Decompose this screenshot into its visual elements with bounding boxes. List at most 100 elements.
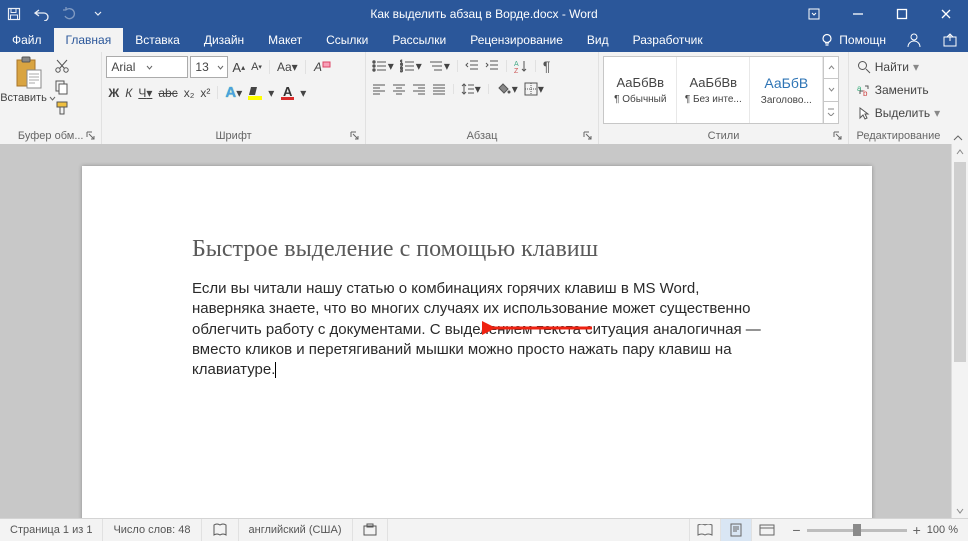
show-marks-button[interactable]: ¶ bbox=[541, 56, 553, 76]
highlight-icon bbox=[248, 85, 268, 101]
status-page[interactable]: Страница 1 из 1 bbox=[0, 519, 103, 541]
view-read-icon[interactable] bbox=[689, 519, 720, 541]
font-color-button[interactable]: A▾ bbox=[278, 83, 308, 103]
lightbulb-icon bbox=[820, 33, 834, 47]
zoom-level[interactable]: 100 % bbox=[927, 524, 958, 536]
font-size-combo[interactable]: 13 bbox=[190, 56, 228, 78]
line-spacing-button[interactable]: ▾ bbox=[459, 80, 483, 98]
text-effects-button[interactable]: A▾ bbox=[223, 82, 244, 103]
scissors-icon bbox=[54, 58, 70, 74]
vertical-scrollbar[interactable] bbox=[951, 144, 968, 519]
zoom-thumb[interactable] bbox=[853, 524, 861, 536]
tab-developer[interactable]: Разработчик bbox=[621, 28, 715, 52]
shading-button[interactable]: ▾ bbox=[494, 80, 520, 98]
page[interactable]: Быстрое выделение с помощью клавиш Если … bbox=[82, 166, 872, 519]
underline-button[interactable]: Ч▾ bbox=[136, 84, 154, 102]
sort-button[interactable]: AZ bbox=[512, 57, 530, 75]
bold-button[interactable]: Ж bbox=[106, 84, 121, 102]
gallery-up-icon[interactable] bbox=[824, 57, 838, 79]
find-button[interactable]: Найти▾ bbox=[853, 56, 944, 78]
launcher-icon[interactable] bbox=[583, 131, 592, 143]
save-icon[interactable] bbox=[0, 0, 28, 28]
italic-button[interactable]: К bbox=[123, 84, 134, 102]
view-print-icon[interactable] bbox=[720, 519, 751, 541]
superscript-button[interactable]: x² bbox=[198, 84, 212, 102]
launcher-icon[interactable] bbox=[350, 131, 359, 143]
svg-text:b: b bbox=[863, 89, 868, 97]
gallery-more-icon[interactable] bbox=[824, 102, 838, 123]
highlight-button[interactable]: ▾ bbox=[246, 83, 276, 103]
gallery-down-icon[interactable] bbox=[824, 79, 838, 101]
minimize-icon[interactable] bbox=[836, 0, 880, 28]
outdent-button[interactable] bbox=[463, 57, 481, 75]
annotation-arrow bbox=[482, 318, 602, 338]
ribbon-options-icon[interactable] bbox=[792, 0, 836, 28]
redo-icon[interactable] bbox=[56, 0, 84, 28]
word-window: Как выделить абзац в Ворде.docx - Word Ф… bbox=[0, 0, 968, 541]
zoom-in-button[interactable]: + bbox=[913, 522, 921, 538]
zoom-slider[interactable] bbox=[807, 529, 907, 532]
font-name-combo[interactable]: Arial bbox=[106, 56, 188, 78]
tab-insert[interactable]: Вставка bbox=[123, 28, 192, 52]
indent-button[interactable] bbox=[483, 57, 501, 75]
view-web-icon[interactable] bbox=[751, 519, 782, 541]
tab-home[interactable]: Главная bbox=[54, 28, 124, 52]
zoom-out-button[interactable]: − bbox=[792, 522, 800, 538]
replace-button[interactable]: abЗаменить bbox=[853, 79, 944, 101]
justify-button[interactable] bbox=[430, 81, 448, 97]
collapse-ribbon-icon[interactable] bbox=[948, 52, 968, 144]
maximize-icon[interactable] bbox=[880, 0, 924, 28]
tab-file[interactable]: Файл bbox=[0, 28, 54, 52]
tab-references[interactable]: Ссылки bbox=[314, 28, 380, 52]
styles-gallery: АаБбВв¶ Обычный АаБбВв¶ Без инте... АаБб… bbox=[603, 56, 839, 124]
strike-button[interactable]: abc bbox=[156, 84, 179, 102]
undo-icon[interactable] bbox=[28, 0, 56, 28]
window-controls bbox=[792, 0, 968, 28]
group-editing: Найти▾ abЗаменить Выделить▾ Редактирован… bbox=[849, 52, 948, 144]
copy-button[interactable] bbox=[52, 77, 72, 97]
align-center-button[interactable] bbox=[390, 81, 408, 97]
shrink-font-button[interactable]: A▾ bbox=[249, 59, 264, 75]
clear-format-button[interactable]: A bbox=[311, 57, 333, 77]
qat-customize-icon[interactable] bbox=[84, 0, 112, 28]
scroll-thumb[interactable] bbox=[954, 162, 966, 362]
tell-me[interactable]: Помощн bbox=[810, 28, 896, 52]
style-normal[interactable]: АаБбВв¶ Обычный bbox=[604, 57, 677, 123]
scroll-down-icon[interactable] bbox=[952, 503, 968, 519]
launcher-icon[interactable] bbox=[833, 131, 842, 143]
status-proofing[interactable] bbox=[202, 519, 239, 541]
select-button[interactable]: Выделить▾ bbox=[853, 102, 944, 124]
tab-layout[interactable]: Макет bbox=[256, 28, 314, 52]
bullets-button[interactable]: ▾ bbox=[370, 57, 396, 75]
scroll-up-icon[interactable] bbox=[952, 144, 968, 160]
align-right-button[interactable] bbox=[410, 81, 428, 97]
tab-design[interactable]: Дизайн bbox=[192, 28, 256, 52]
numbering-button[interactable]: 123▾ bbox=[398, 57, 424, 75]
multilevel-button[interactable]: ▾ bbox=[426, 57, 452, 75]
format-painter-button[interactable] bbox=[52, 98, 72, 118]
status-words[interactable]: Число слов: 48 bbox=[103, 519, 201, 541]
style-no-spacing[interactable]: АаБбВв¶ Без инте... bbox=[677, 57, 750, 123]
search-icon bbox=[857, 60, 871, 74]
grow-font-button[interactable]: A▴ bbox=[230, 58, 247, 77]
borders-button[interactable]: ▾ bbox=[522, 80, 546, 98]
copy-icon bbox=[54, 79, 70, 95]
indent-icon bbox=[485, 59, 499, 73]
share-icon[interactable] bbox=[932, 32, 968, 48]
tab-mailings[interactable]: Рассылки bbox=[380, 28, 458, 52]
tab-view[interactable]: Вид bbox=[575, 28, 621, 52]
change-case-button[interactable]: Aa▾ bbox=[275, 58, 300, 76]
subscript-button[interactable]: x₂ bbox=[182, 84, 197, 102]
paste-button[interactable]: Вставить bbox=[4, 54, 52, 104]
status-language[interactable]: английский (США) bbox=[239, 519, 353, 541]
align-left-button[interactable] bbox=[370, 81, 388, 97]
cut-button[interactable] bbox=[52, 56, 72, 76]
macro-icon bbox=[363, 523, 377, 537]
launcher-icon[interactable] bbox=[86, 131, 95, 143]
account-icon[interactable] bbox=[896, 32, 932, 48]
close-icon[interactable] bbox=[924, 0, 968, 28]
status-macro[interactable] bbox=[353, 519, 388, 541]
style-heading1[interactable]: АаБбВЗаголово... bbox=[750, 57, 823, 123]
tab-review[interactable]: Рецензирование bbox=[458, 28, 575, 52]
group-clipboard: Вставить Буфер обм... bbox=[0, 52, 102, 144]
